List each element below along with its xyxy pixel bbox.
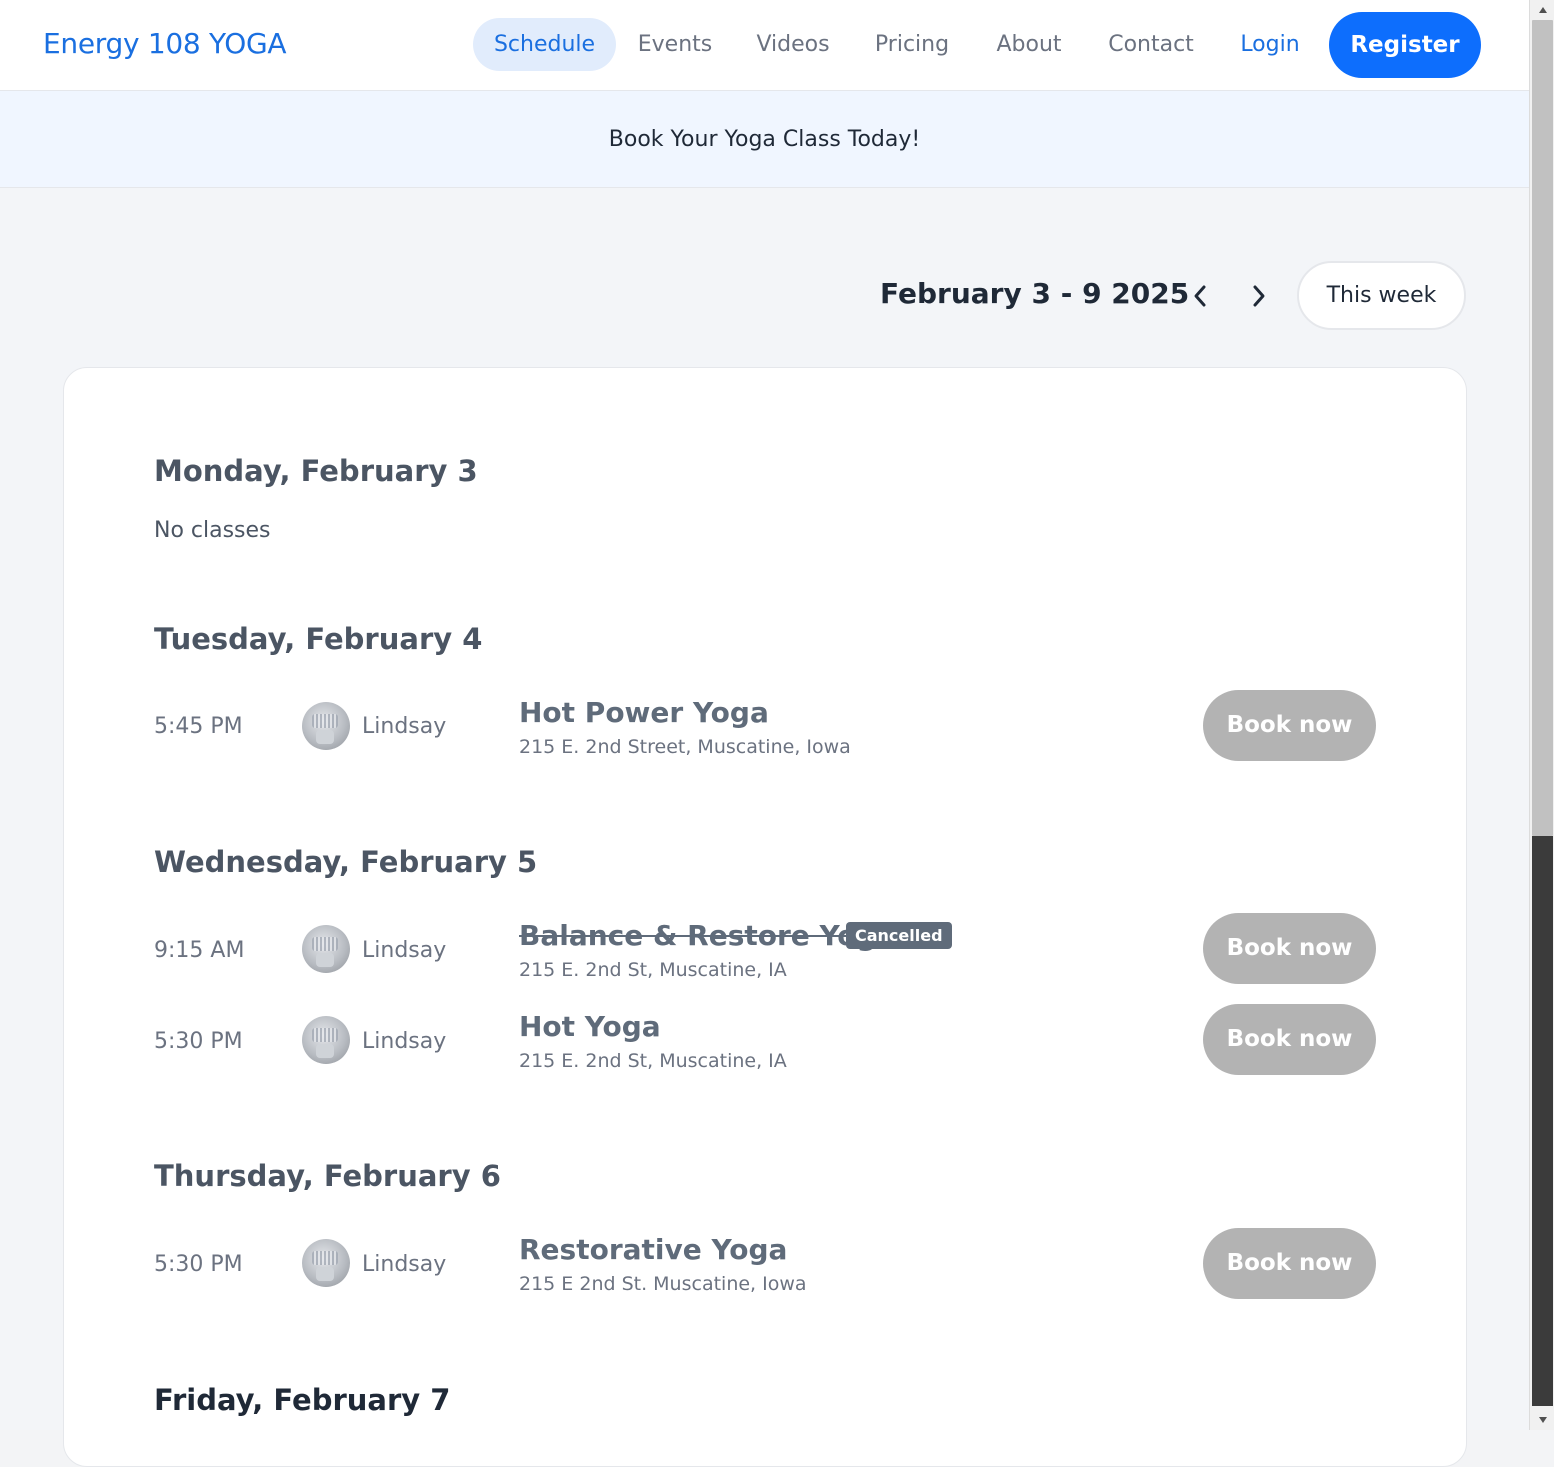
book-now-button[interactable]: Book now: [1203, 690, 1376, 761]
instructor-avatar: [302, 702, 350, 750]
nav-schedule[interactable]: Schedule: [473, 18, 616, 71]
day-heading-friday: Friday, February 7: [154, 1383, 451, 1417]
page: Energy 108 YOGA Schedule Events Videos P…: [0, 0, 1529, 1467]
instructor-name: Lindsay: [362, 1029, 447, 1054]
class-time: 9:15 AM: [154, 938, 245, 963]
nav-pricing[interactable]: Pricing: [864, 18, 960, 71]
brand-logo[interactable]: Energy 108 YOGA: [43, 27, 287, 60]
day-heading-monday: Monday, February 3: [154, 454, 478, 488]
top-navbar: Energy 108 YOGA Schedule Events Videos P…: [0, 0, 1529, 91]
class-time: 5:45 PM: [154, 714, 243, 739]
register-button[interactable]: Register: [1329, 12, 1481, 78]
day-heading-wednesday: Wednesday, February 5: [154, 845, 538, 879]
scroll-down-arrow-icon[interactable]: [1530, 1410, 1554, 1430]
instructor-avatar: [302, 1239, 350, 1287]
book-now-button[interactable]: Book now: [1203, 1228, 1376, 1299]
day-heading-thursday: Thursday, February 6: [154, 1159, 501, 1193]
class-name[interactable]: Balance & Restore Yoga: [519, 919, 895, 952]
book-now-button[interactable]: Book now: [1203, 913, 1376, 984]
vertical-scrollbar[interactable]: [1529, 0, 1554, 1430]
class-address: 215 E. 2nd St, Muscatine, IA: [519, 959, 787, 981]
week-range-label: February 3 - 9 2025: [880, 277, 1190, 310]
class-name[interactable]: Hot Yoga: [519, 1010, 661, 1043]
chevron-left-icon: [1194, 285, 1206, 307]
nav-contact[interactable]: Contact: [1097, 18, 1205, 71]
class-time: 5:30 PM: [154, 1252, 243, 1277]
nav-events[interactable]: Events: [628, 18, 722, 71]
class-time: 5:30 PM: [154, 1029, 243, 1054]
nav-about[interactable]: About: [984, 18, 1074, 71]
banner-text: Book Your Yoga Class Today!: [608, 127, 921, 152]
scrollbar-track: [1532, 836, 1553, 1406]
class-address: 215 E 2nd St. Muscatine, Iowa: [519, 1273, 807, 1295]
no-classes-text: No classes: [154, 518, 271, 543]
day-heading-tuesday: Tuesday, February 4: [154, 622, 483, 656]
class-address: 215 E. 2nd St, Muscatine, IA: [519, 1050, 787, 1072]
this-week-button[interactable]: This week: [1297, 261, 1466, 330]
instructor-name: Lindsay: [362, 714, 447, 739]
nav-login[interactable]: Login: [1228, 18, 1312, 71]
schedule-card: Monday, February 3 No classes Tuesday, F…: [63, 367, 1467, 1467]
class-name[interactable]: Hot Power Yoga: [519, 696, 769, 729]
scroll-up-arrow-icon[interactable]: [1530, 0, 1554, 20]
prev-week-button[interactable]: [1180, 274, 1220, 318]
book-now-button[interactable]: Book now: [1203, 1004, 1376, 1075]
chevron-right-icon: [1253, 285, 1265, 307]
instructor-avatar: [302, 925, 350, 973]
instructor-avatar: [302, 1016, 350, 1064]
next-week-button[interactable]: [1239, 274, 1279, 318]
instructor-name: Lindsay: [362, 1252, 447, 1277]
class-name[interactable]: Restorative Yoga: [519, 1233, 787, 1266]
instructor-name: Lindsay: [362, 938, 447, 963]
class-address: 215 E. 2nd Street, Muscatine, Iowa: [519, 736, 851, 758]
scrollbar-thumb[interactable]: [1532, 20, 1553, 836]
nav-videos[interactable]: Videos: [744, 18, 842, 71]
cancelled-badge: Cancelled: [846, 922, 952, 949]
promo-banner: Book Your Yoga Class Today!: [0, 91, 1529, 188]
